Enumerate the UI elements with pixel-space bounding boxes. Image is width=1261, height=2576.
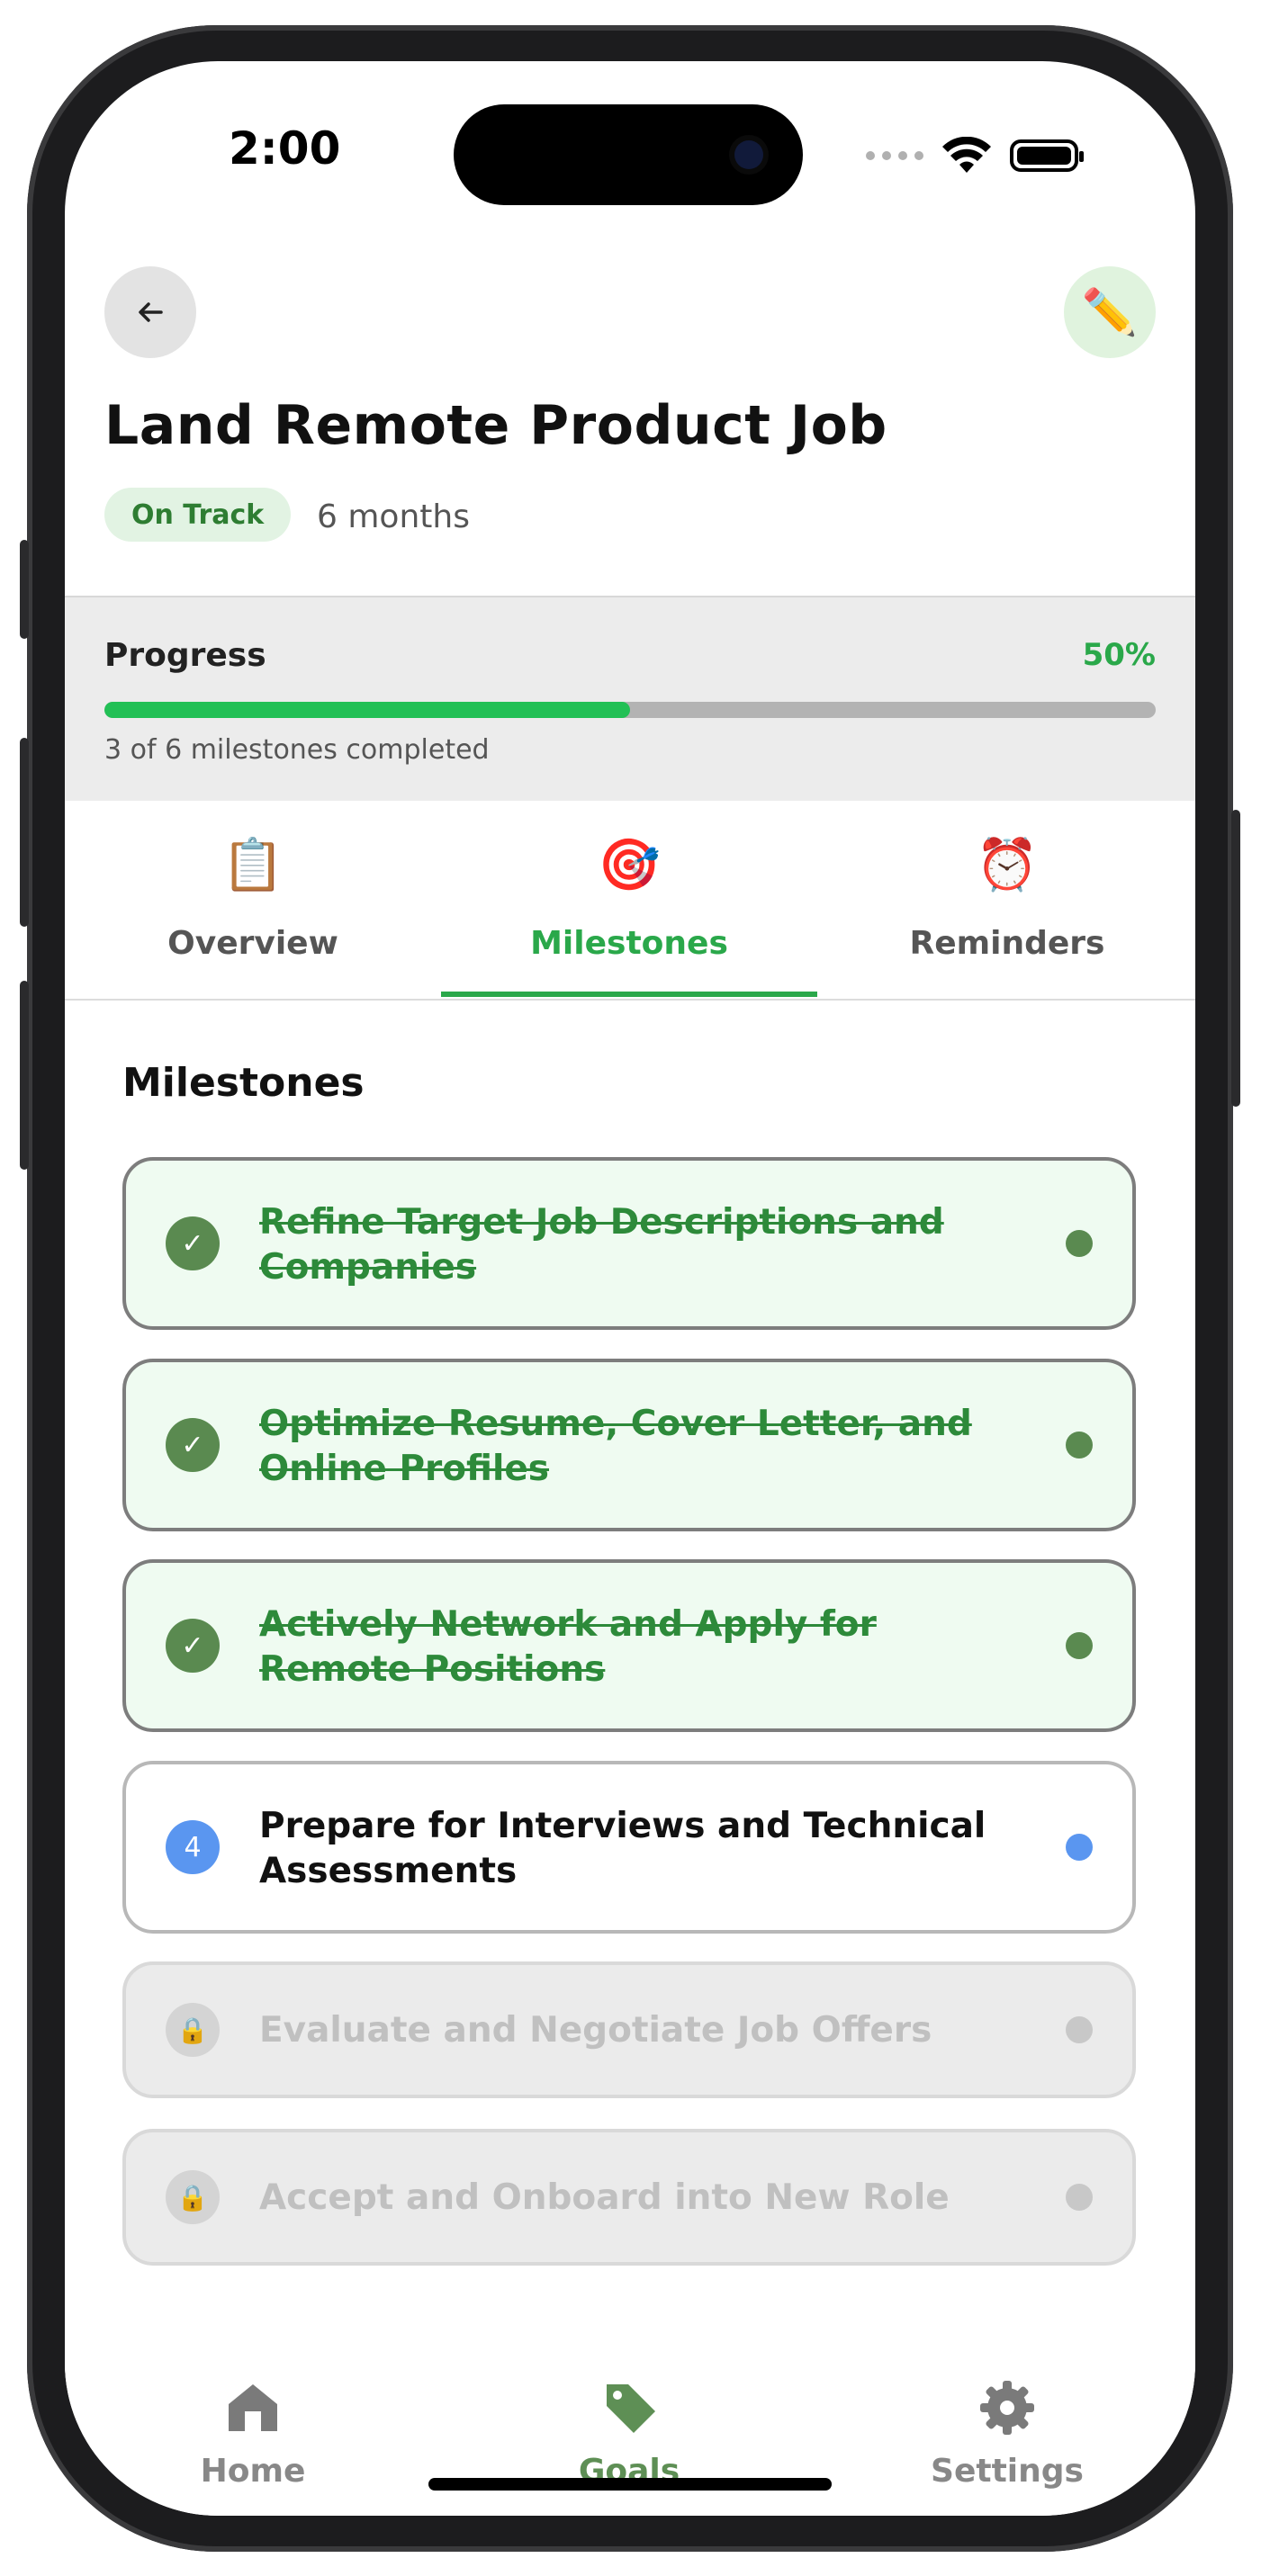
gear-icon <box>980 2381 1034 2435</box>
milestone-title: Accept and Onboard into New Role <box>259 2177 950 2218</box>
progress-label: Progress <box>104 637 266 674</box>
tab-label: Reminders <box>909 925 1105 962</box>
goal-duration: 6 months <box>317 498 470 535</box>
status-dot <box>1066 1230 1093 1257</box>
status-dot <box>1066 1632 1093 1659</box>
nav-label: Settings <box>931 2453 1084 2490</box>
status-time: 2:00 <box>229 122 341 175</box>
milestone-title: Prepare for Interviews and Technical Ass… <box>259 1806 986 1891</box>
milestone-item[interactable]: 🔒 Accept and Onboard into New Role <box>122 2129 1136 2266</box>
status-dot <box>1066 1432 1093 1459</box>
progress-bar-fill <box>104 702 630 718</box>
milestone-title: Refine Target Job Descriptions and Compa… <box>259 1202 944 1288</box>
progress-bar <box>104 702 1156 718</box>
tag-icon <box>607 2384 655 2433</box>
goal-title: Land Remote Product Job <box>104 394 887 457</box>
volume-down-button <box>20 981 29 1170</box>
section-title: Milestones <box>122 1060 365 1106</box>
lock-icon: 🔒 <box>166 2170 220 2224</box>
tab-bar: 📋 Overview 🎯 Milestones ⏰ Reminders <box>65 799 1195 1001</box>
check-icon: ✓ <box>166 1619 220 1673</box>
nav-settings[interactable]: Settings <box>819 2329 1195 2509</box>
milestone-title: Optimize Resume, Cover Letter, and Onlin… <box>259 1404 972 1489</box>
status-badge: On Track <box>104 488 292 542</box>
milestone-item[interactable]: 4 Prepare for Interviews and Technical A… <box>122 1761 1136 1934</box>
pencil-icon: ✏️ <box>1081 285 1139 338</box>
home-icon <box>229 2384 277 2431</box>
nav-home[interactable]: Home <box>65 2329 441 2509</box>
arrow-left-icon <box>139 302 163 322</box>
tab-label: Milestones <box>530 925 728 962</box>
milestone-title: Evaluate and Negotiate Job Offers <box>259 2010 932 2051</box>
home-indicator <box>428 2478 832 2491</box>
battery-icon <box>1010 139 1084 172</box>
milestone-item[interactable]: 🔒 Evaluate and Negotiate Job Offers <box>122 1961 1136 2098</box>
tab-overview[interactable]: 📋 Overview <box>65 799 441 997</box>
action-button <box>20 540 29 639</box>
lock-icon: 🔒 <box>166 2003 220 2057</box>
step-number-badge: 4 <box>166 1820 220 1874</box>
back-button[interactable] <box>104 266 196 358</box>
status-dot <box>1066 2184 1093 2211</box>
milestone-item[interactable]: ✓ Optimize Resume, Cover Letter, and Onl… <box>122 1359 1136 1531</box>
progress-summary: 3 of 6 milestones completed <box>104 734 490 766</box>
target-icon: 🎯 <box>598 836 661 894</box>
status-icons <box>866 137 1084 175</box>
wifi-icon <box>942 137 991 173</box>
tab-label: Overview <box>167 925 338 962</box>
volume-up-button <box>20 738 29 927</box>
progress-section: Progress 50% 3 of 6 milestones completed <box>65 596 1195 801</box>
status-dot <box>1066 1834 1093 1861</box>
status-dot <box>1066 2016 1093 2043</box>
power-button <box>1231 810 1240 1107</box>
milestone-item[interactable]: ✓ Refine Target Job Descriptions and Com… <box>122 1157 1136 1330</box>
milestone-title: Actively Network and Apply for Remote Po… <box>259 1604 877 1690</box>
clipboard-icon: 📋 <box>221 836 284 894</box>
milestone-item[interactable]: ✓ Actively Network and Apply for Remote … <box>122 1559 1136 1732</box>
camera-icon <box>734 140 763 169</box>
tab-milestones[interactable]: 🎯 Milestones <box>441 799 817 997</box>
check-icon: ✓ <box>166 1418 220 1472</box>
tab-reminders[interactable]: ⏰ Reminders <box>819 799 1195 997</box>
alarm-clock-icon: ⏰ <box>976 836 1039 894</box>
nav-label: Home <box>200 2453 306 2490</box>
edit-button[interactable]: ✏️ <box>1064 266 1156 358</box>
check-icon: ✓ <box>166 1216 220 1270</box>
dynamic-island <box>454 104 803 205</box>
signal-dots-icon <box>866 151 923 160</box>
progress-percent: 50% <box>1082 637 1156 673</box>
phone-screen: 2:00 ✏️ Land Remote Product Job On Track… <box>65 61 1195 2516</box>
